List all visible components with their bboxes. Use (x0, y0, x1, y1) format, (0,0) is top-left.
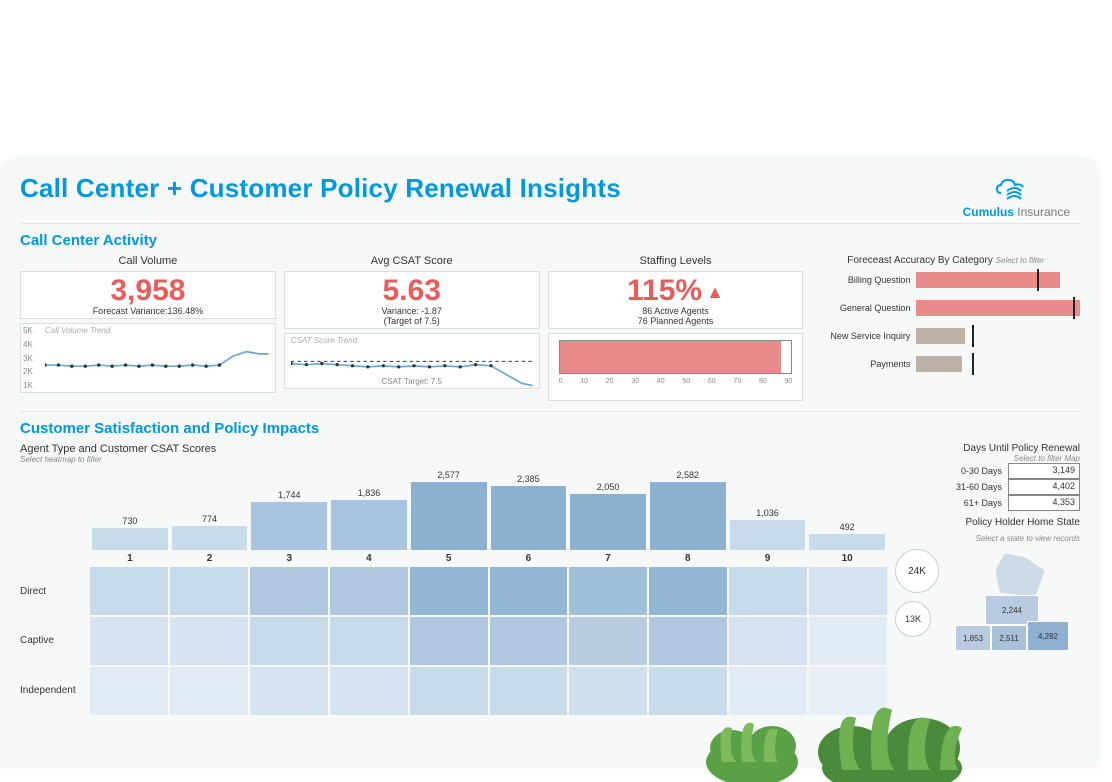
forecast-label: General Question (811, 303, 916, 313)
divider (20, 223, 1080, 224)
heat-cell[interactable] (490, 567, 568, 615)
heat-cell[interactable] (330, 617, 408, 665)
summary-circle[interactable]: 13K (895, 601, 931, 637)
heat-cell[interactable] (569, 667, 647, 715)
brand-name-a: Cumulus (963, 205, 1014, 219)
kpi-staffing[interactable]: 115%▲ 86 Active Agents 76 Planned Agents (548, 271, 804, 329)
cloud-icon (993, 173, 1039, 203)
kpi-call-volume-title: Call Volume (20, 255, 276, 267)
heat-cell[interactable] (250, 567, 328, 615)
heat-cell[interactable] (330, 567, 408, 615)
forecast-title: Foreceast Accuracy By Category (847, 255, 993, 266)
heat-cell[interactable] (90, 667, 168, 715)
heatmap-row-labels: DirectCaptiveIndependent (20, 567, 90, 715)
staffing-axis: 0102030405060708090 (553, 378, 799, 385)
heat-cell[interactable] (410, 567, 488, 615)
heat-cell[interactable] (90, 617, 168, 665)
call-volume-trend[interactable]: 5K4K3K2K1K Call Volume Trend (20, 323, 276, 393)
page-title: Call Center + Customer Policy Renewal In… (20, 173, 621, 204)
heat-bar[interactable]: 2,582 (648, 482, 728, 550)
kpi-csat-value: 5.63 (291, 276, 533, 306)
heatmap-hint: Select heatmap to filter (20, 455, 887, 464)
heat-cell[interactable] (170, 567, 248, 615)
kpi-call-volume[interactable]: 3,958 Forecast Variance:136.48% (20, 271, 276, 319)
heat-cell[interactable] (569, 617, 647, 665)
divider (20, 411, 1080, 412)
kpi-csat-sub2: (Target of 7.5) (291, 316, 533, 326)
forecast-label: Payments (811, 359, 916, 369)
up-triangle-icon: ▲ (706, 282, 724, 302)
heatmap-col-headers: 12345678910 (90, 550, 887, 567)
kpi-staffing-sub1: 86 Active Agents (555, 306, 797, 316)
brand-name-b: Insurance (1017, 205, 1070, 219)
csat-trend-title: CSAT Score Trend (291, 336, 357, 345)
forecast-row[interactable]: General Question (811, 294, 1080, 322)
heat-cell[interactable] (250, 617, 328, 665)
section-impacts-title: Customer Satisfaction and Policy Impacts (20, 420, 1080, 437)
staffing-chart[interactable]: 0102030405060708090 (548, 333, 804, 401)
kpi-staffing-sub2: 76 Planned Agents (555, 316, 797, 326)
heat-bar[interactable]: 730 (90, 528, 170, 550)
call-volume-yticks: 5K4K3K2K1K (23, 324, 33, 392)
kpi-staffing-title: Staffing Levels (548, 255, 804, 267)
kpi-staffing-value: 115% (627, 274, 702, 307)
call-volume-trend-title: Call Volume Trend (45, 326, 110, 335)
heat-bar[interactable]: 1,744 (249, 502, 329, 550)
call-volume-sparkline (45, 336, 269, 392)
heat-cell[interactable] (569, 567, 647, 615)
days-row[interactable]: 61+ Days4,353 (895, 495, 1080, 511)
brand-logo: Cumulus Insurance (963, 173, 1070, 219)
heatmap-title: Agent Type and Customer CSAT Scores (20, 443, 887, 455)
heat-bar[interactable]: 2,577 (409, 482, 489, 550)
kpi-csat-title: Avg CSAT Score (284, 255, 540, 267)
heatmap-bars[interactable]: 7307741,7441,8362,5772,3852,0502,5821,03… (90, 470, 887, 550)
kpi-csat[interactable]: 5.63 Variance: -1.87 (Target of 7.5) (284, 271, 540, 329)
heat-bar[interactable]: 1,836 (329, 500, 409, 550)
forecast-hint: Select to filter (996, 256, 1044, 265)
heat-cell[interactable] (90, 567, 168, 615)
kpi-call-volume-sub: Forecast Variance:136.48% (27, 306, 269, 316)
kpi-csat-sub1: Variance: -1.87 (291, 306, 533, 316)
heat-cell[interactable] (490, 667, 568, 715)
csat-target-label: CSAT Target: 7.5 (381, 377, 441, 386)
forecast-row[interactable]: New Service Inquiry (811, 322, 1080, 350)
heat-cell[interactable] (410, 617, 488, 665)
days-hint: Select to filter Map (895, 454, 1080, 463)
days-row[interactable]: 31-60 Days4,402 (895, 479, 1080, 495)
heat-cell[interactable] (729, 567, 807, 615)
bushes-decoration (692, 652, 992, 782)
heat-bar[interactable]: 492 (807, 534, 887, 550)
days-row[interactable]: 0-30 Days3,149 (895, 463, 1080, 479)
forecast-row[interactable]: Billing Question (811, 266, 1080, 294)
heat-cell[interactable] (170, 617, 248, 665)
forecast-label: New Service Inquiry (811, 331, 916, 341)
heat-cell[interactable] (809, 567, 887, 615)
heat-cell[interactable] (330, 667, 408, 715)
kpi-call-volume-value: 3,958 (27, 276, 269, 306)
section-activity-title: Call Center Activity (20, 232, 1080, 249)
heat-cell[interactable] (649, 567, 727, 615)
heat-bar[interactable]: 2,385 (489, 486, 569, 550)
map-hint: Select a state to view records (895, 534, 1080, 543)
heat-cell[interactable] (250, 667, 328, 715)
forecast-row[interactable]: Payments (811, 350, 1080, 378)
heat-bar[interactable]: 1,036 (728, 520, 808, 550)
state-map[interactable]: 2,244 1,853 2,511 4,282 (945, 549, 1080, 659)
heat-cell[interactable] (170, 667, 248, 715)
heat-cell[interactable] (490, 617, 568, 665)
days-title: Days Until Policy Renewal (895, 443, 1080, 454)
heat-bar[interactable]: 2,050 (568, 494, 648, 550)
forecast-accuracy[interactable]: Foreceast Accuracy By Category Select to… (811, 255, 1080, 401)
map-title: Policy Holder Home State (895, 517, 1080, 528)
heat-cell[interactable] (410, 667, 488, 715)
heat-bar[interactable]: 774 (170, 526, 250, 550)
summary-circle[interactable]: 24K (895, 549, 939, 593)
csat-trend[interactable]: CSAT Score Trend CSAT Target: 7.5 (284, 333, 540, 389)
forecast-label: Billing Question (811, 275, 916, 285)
